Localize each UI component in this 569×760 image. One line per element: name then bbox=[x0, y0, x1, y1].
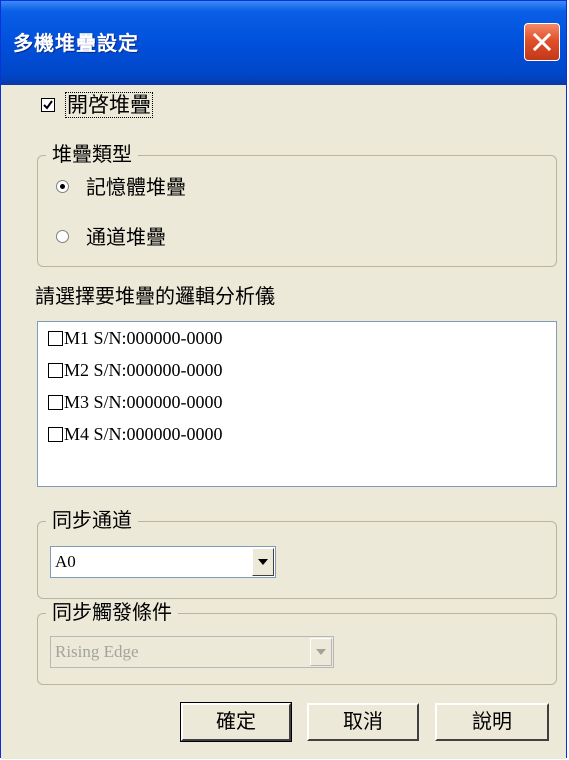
cancel-button[interactable]: 取消 bbox=[307, 703, 419, 741]
enable-stack-label: 開啓堆疊 bbox=[65, 92, 153, 118]
item-label: M3 S/N:000000-0000 bbox=[64, 392, 223, 412]
stack-settings-dialog: 多機堆疊設定 開啓堆疊 堆疊類型 記憶體堆疊 通道堆疊 請選擇要堆疊的邏輯分析儀… bbox=[0, 0, 567, 759]
checkbox-box[interactable] bbox=[41, 98, 55, 112]
dropdown-arrow-icon bbox=[316, 649, 326, 655]
help-button[interactable]: 說明 bbox=[435, 703, 549, 741]
sync-channel-legend: 同步通道 bbox=[46, 507, 138, 533]
item-checkbox[interactable] bbox=[48, 363, 63, 378]
stack-type-legend: 堆疊類型 bbox=[46, 141, 138, 167]
item-label: M4 S/N:000000-0000 bbox=[64, 424, 223, 444]
ok-button[interactable]: 確定 bbox=[180, 702, 292, 742]
item-label: M2 S/N:000000-0000 bbox=[64, 360, 223, 380]
item-checkbox[interactable] bbox=[48, 331, 63, 346]
selected-value: A0 bbox=[55, 552, 76, 571]
radio-label: 記憶體堆疊 bbox=[86, 175, 186, 199]
sync-trigger-group: 同步觸發條件 Rising Edge bbox=[37, 599, 557, 685]
item-checkbox[interactable] bbox=[48, 427, 63, 442]
analyzer-select-label: 請選擇要堆疊的邏輯分析儀 bbox=[35, 284, 275, 308]
radio-label: 通道堆疊 bbox=[86, 225, 166, 249]
radio-button[interactable] bbox=[56, 180, 69, 193]
dropdown-button[interactable] bbox=[252, 548, 274, 576]
dropdown-arrow-icon bbox=[258, 559, 268, 565]
checkmark-icon bbox=[43, 100, 53, 110]
close-icon bbox=[533, 33, 551, 51]
item-checkbox[interactable] bbox=[48, 395, 63, 410]
sync-channel-select[interactable]: A0 bbox=[50, 546, 276, 578]
radio-button[interactable] bbox=[56, 230, 69, 243]
dialog-body: 開啓堆疊 堆疊類型 記憶體堆疊 通道堆疊 請選擇要堆疊的邏輯分析儀 M1 S/N… bbox=[1, 85, 566, 759]
stack-type-group: 堆疊類型 記憶體堆疊 通道堆疊 bbox=[37, 141, 557, 267]
analyzer-listbox[interactable]: M1 S/N:000000-0000 M2 S/N:000000-0000 M3… bbox=[37, 321, 557, 487]
dropdown-button[interactable] bbox=[310, 638, 332, 666]
item-label: M1 S/N:000000-0000 bbox=[64, 328, 223, 348]
sync-trigger-select[interactable]: Rising Edge bbox=[50, 636, 334, 668]
title-bar[interactable]: 多機堆疊設定 bbox=[1, 1, 566, 85]
close-button[interactable] bbox=[524, 23, 560, 61]
sync-channel-group: 同步通道 A0 bbox=[37, 507, 557, 599]
sync-trigger-legend: 同步觸發條件 bbox=[46, 599, 178, 625]
selected-value: Rising Edge bbox=[55, 642, 139, 661]
window-title: 多機堆疊設定 bbox=[13, 31, 139, 55]
